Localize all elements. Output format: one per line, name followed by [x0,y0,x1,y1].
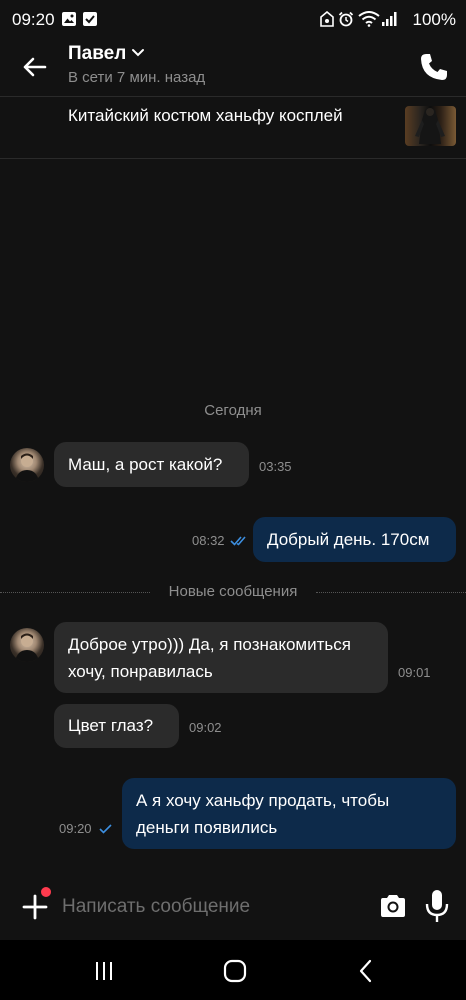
message-bubble-incoming[interactable]: Цвет глаз? [54,704,179,748]
home-icon[interactable] [222,958,248,984]
chat-header: Павел В сети 7 мин. назад [0,40,466,96]
message-text: Добрый день. 170см [267,530,430,549]
camera-icon[interactable] [378,891,408,921]
message-time: 03:35 [259,459,292,474]
avatar[interactable] [10,448,44,482]
message-text: Доброе утро))) Да, я познакомиться хочу,… [68,635,351,681]
new-messages-label: Новые сообщения [160,583,306,600]
back-arrow-icon[interactable] [18,50,52,84]
new-messages-separator: Новые сообщения [0,583,466,603]
product-title[interactable]: Китайский костюм ханьфу косплей [68,104,368,128]
message-time: 09:01 [398,665,431,680]
lock-icon [320,11,334,27]
message-bubble-outgoing[interactable]: Добрый день. 170см [253,517,456,562]
costume-image [415,108,445,144]
microphone-icon[interactable] [424,889,450,923]
recent-apps-icon[interactable] [91,958,117,984]
product-thumbnail[interactable] [405,106,456,146]
system-navigation-bar [0,940,466,1000]
message-text: А я хочу ханьфу продать, чтобы деньги по… [136,791,390,837]
check-icon [99,824,112,834]
product-divider [0,158,466,159]
message-time: 09:20 [59,821,92,836]
message-bubble-incoming[interactable]: Доброе утро))) Да, я познакомиться хочу,… [54,622,388,693]
avatar-photo [15,633,39,662]
notification-dot [41,887,51,897]
message-time: 08:32 [192,533,225,548]
battery-level: 100% [412,10,456,29]
message-time: 09:02 [189,720,222,735]
message-bubble-outgoing[interactable]: А я хочу ханьфу продать, чтобы деньги по… [122,778,456,849]
status-bar: 09:20 100% [0,0,466,40]
contact-status: В сети 7 мин. назад [68,69,206,86]
checkbox-icon [83,12,97,26]
message-bubble-incoming[interactable]: Маш, а рост какой? [54,442,249,487]
message-text: Маш, а рост какой? [68,455,223,474]
chevron-down-icon[interactable] [131,48,145,58]
back-icon[interactable] [353,958,379,984]
message-input[interactable] [60,890,364,924]
gallery-icon [62,12,76,26]
avatar[interactable] [10,628,44,662]
double-check-icon [230,536,246,546]
product-bar[interactable]: Китайский костюм ханьфу косплей [0,97,466,158]
wifi-icon [358,11,380,27]
status-time: 09:20 [12,10,55,29]
chat-screen: 09:20 100% Павел В сети 7 мин. назад Кит… [0,0,466,1000]
message-input-bar [0,868,466,940]
alarm-icon [338,11,354,27]
phone-icon[interactable] [418,51,450,83]
message-text: Цвет глаз? [68,716,154,735]
contact-name[interactable]: Павел [68,43,126,65]
date-separator: Сегодня [204,402,262,419]
signal-icon [382,12,397,26]
avatar-photo [15,453,39,482]
